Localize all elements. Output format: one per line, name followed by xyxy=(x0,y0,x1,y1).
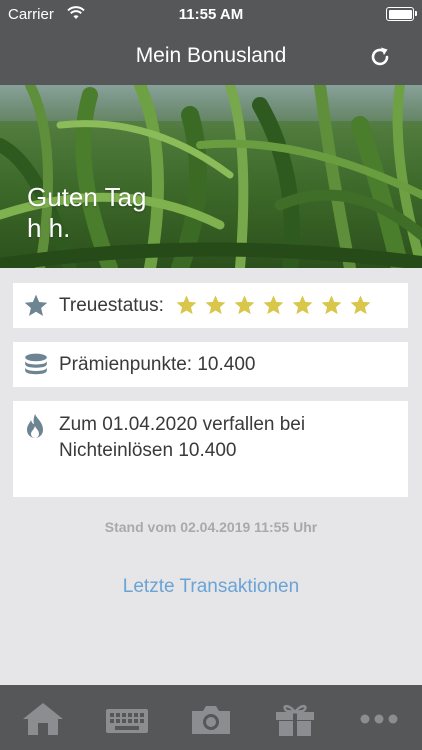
loyalty-star-icon xyxy=(263,295,284,315)
navigation-bar: Mein Bonusland xyxy=(0,30,422,85)
more-icon[interactable] xyxy=(357,701,401,737)
battery-icon xyxy=(386,7,417,21)
status-bar: Carrier 11:55 AM xyxy=(0,0,422,30)
loyalty-status-card: Treuestatus: xyxy=(13,283,408,328)
last-transactions-link[interactable]: Letzte Transaktionen xyxy=(0,576,422,598)
keyboard-icon[interactable] xyxy=(105,701,149,737)
expiry-line-2: Nichteinlösen 10.400 xyxy=(59,440,237,461)
last-updated-label: Stand vom 02.04.2019 11:55 Uhr xyxy=(104,519,318,535)
flame-icon xyxy=(27,414,43,438)
loyalty-star-icon xyxy=(234,295,255,315)
greeting: Guten Tag h h. xyxy=(27,182,147,244)
clock: 11:55 AM xyxy=(178,6,244,23)
greeting-line-2: h h. xyxy=(27,213,71,243)
loyalty-status-label: Treuestatus: xyxy=(59,295,164,316)
expiry-line-1: Zum 01.04.2020 verfallen bei xyxy=(59,414,306,435)
gift-icon[interactable] xyxy=(273,701,317,737)
camera-icon[interactable] xyxy=(189,701,233,737)
home-icon[interactable] xyxy=(21,701,65,737)
refresh-icon[interactable] xyxy=(368,45,392,69)
loyalty-star-icon xyxy=(205,295,226,315)
page-title: Mein Bonusland xyxy=(135,44,287,67)
loyalty-star-icon xyxy=(350,295,371,315)
star-icon xyxy=(24,294,48,316)
hero-banner: Guten Tag h h. xyxy=(0,85,422,268)
points-expiry-card: Zum 01.04.2020 verfallen bei Nichteinlös… xyxy=(13,401,408,497)
tab-bar xyxy=(0,685,422,750)
greeting-line-1: Guten Tag xyxy=(27,182,147,212)
loyalty-star-icon xyxy=(321,295,342,315)
loyalty-star-icon xyxy=(176,295,197,315)
expiry-text: Zum 01.04.2020 verfallen bei Nichteinlös… xyxy=(59,412,305,464)
coin-stack-icon xyxy=(25,353,47,375)
points-card: Prämienpunkte: 10.400 xyxy=(13,342,408,387)
loyalty-star-icon xyxy=(292,295,313,315)
loyalty-stars xyxy=(175,294,372,316)
points-label: Prämienpunkte: 10.400 xyxy=(59,354,256,375)
